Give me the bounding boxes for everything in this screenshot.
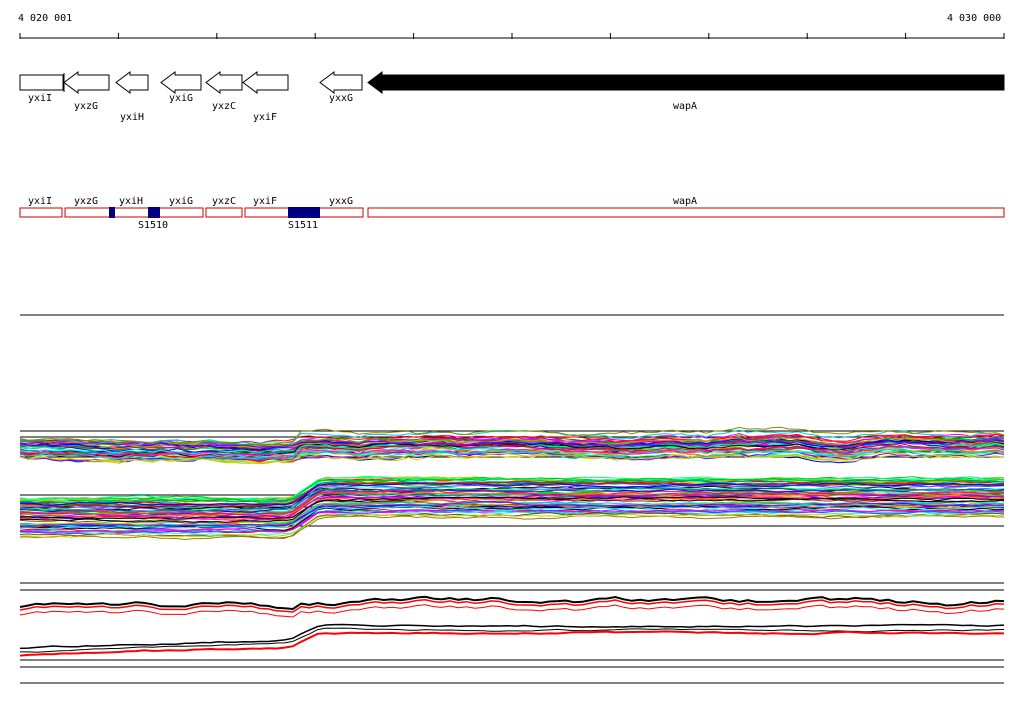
summary-signal [19, 595, 1005, 611]
feature-gene-label: yxiG [169, 196, 193, 207]
feature-gene-label: yxiF [253, 196, 277, 207]
gene-wapA: wapA [367, 71, 1005, 112]
gene-label: yxzG [74, 101, 98, 112]
gene-arrow [115, 71, 149, 94]
gene-yxiI: yxiI [19, 73, 65, 104]
feature-gene-label: yxxG [329, 196, 353, 207]
feature-label-S1511: S1511 [288, 220, 318, 231]
gene-label: yxiG [169, 93, 193, 104]
feature-block [148, 207, 160, 218]
gene-yxiG: yxiG [160, 71, 202, 104]
gene-label: wapA [673, 101, 697, 112]
feature-region [205, 207, 243, 218]
gene-yxzC: yxzC [205, 71, 243, 112]
feature-region [367, 207, 1005, 218]
gene-track: yxiI yxzG yxiH yxiG yxzC yxiF yxxG wapA [19, 71, 1005, 123]
feature-track: yxiI yxzG yxiH yxiG yxzC yxiF yxxG wapA S1510 S15… [19, 196, 1005, 231]
feature-label-S1510: S1510 [138, 220, 168, 231]
feature-gene-label: yxzC [212, 196, 236, 207]
feature-gene-label: wapA [673, 196, 697, 207]
gene-label: yxiH [120, 112, 144, 123]
gene-label: yxiF [253, 112, 277, 123]
gene-arrow [242, 71, 289, 94]
gene-yxxG: yxxG [319, 71, 363, 104]
gene-label: yxzC [212, 101, 236, 112]
gene-arrow [367, 71, 1005, 94]
gene-arrow [319, 71, 363, 94]
feature-gene-label: yxzG [74, 196, 98, 207]
summary-signal [19, 630, 1005, 657]
gene-arrow [205, 71, 243, 94]
feature-region [64, 207, 204, 218]
feature-block [109, 207, 115, 218]
feature-gene-label: yxiI [28, 196, 52, 207]
gene-box [19, 74, 64, 91]
gene-yxiH: yxiH [115, 71, 149, 123]
gene-label: yxxG [329, 93, 353, 104]
gene-yxzG: yxzG [63, 71, 110, 112]
gene-label: yxiI [28, 93, 52, 104]
feature-gene-label: yxiH [119, 196, 143, 207]
genome-browser-canvas: yxiI yxzG yxiH yxiG yxzC yxiF yxxG wapA yxiI yxz… [19, 33, 1005, 684]
feature-region [19, 207, 63, 218]
coordinate-ruler [19, 33, 1005, 39]
feature-block [288, 207, 320, 218]
gene-arrow [160, 71, 202, 94]
gene-yxiF: yxiF [242, 71, 289, 123]
gene-arrow [63, 71, 110, 94]
expression-profile-track [19, 426, 1005, 541]
summary-signal [19, 623, 1005, 650]
